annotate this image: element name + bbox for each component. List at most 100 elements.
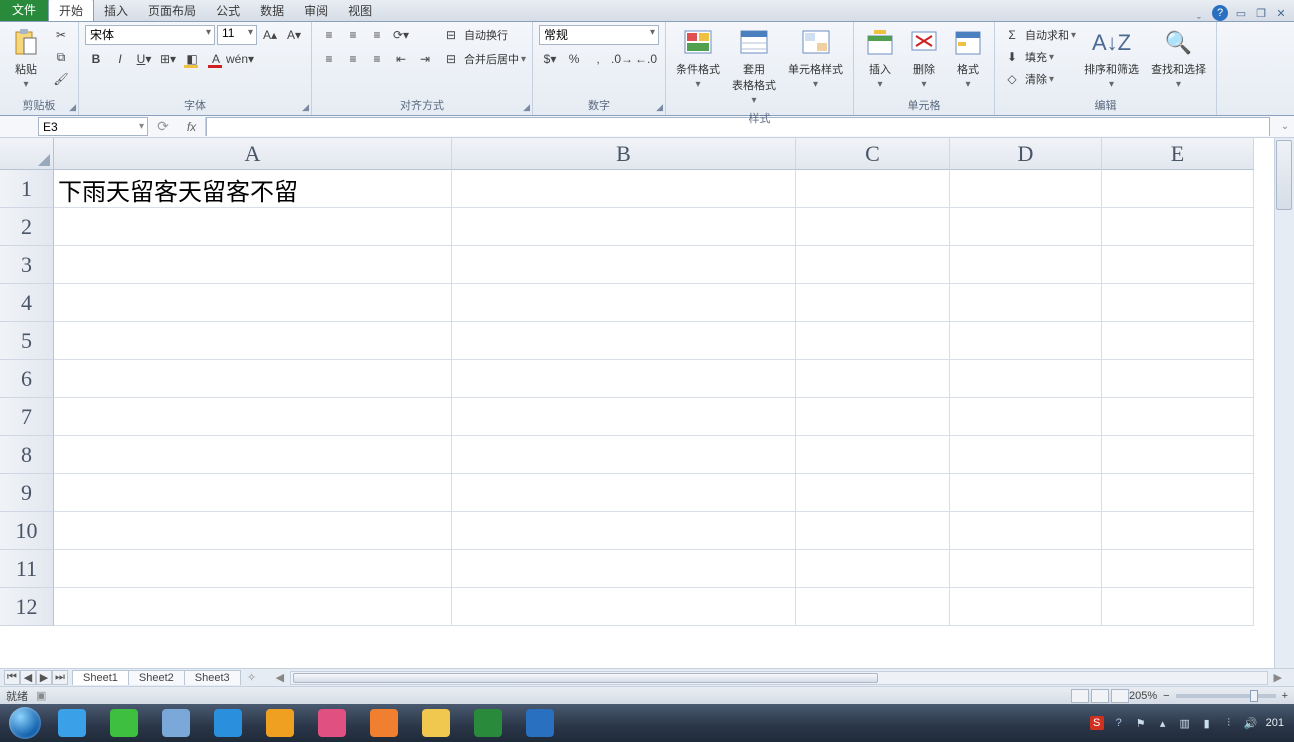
insert-cells-button[interactable]: 插入▾ — [860, 25, 900, 92]
align-center-button[interactable]: ≡ — [342, 49, 364, 69]
sheet-nav-next[interactable]: ▶ — [36, 670, 52, 685]
decrease-indent-button[interactable]: ⇤ — [390, 49, 412, 69]
delete-cells-button[interactable]: 删除▾ — [904, 25, 944, 92]
taskbar-snip[interactable] — [151, 707, 201, 739]
cell-A1[interactable]: 下雨天留客天留客不留 — [54, 170, 452, 208]
cell-E7[interactable] — [1102, 398, 1254, 436]
horizontal-scrollbar-thumb[interactable] — [293, 673, 878, 683]
horizontal-scrollbar[interactable] — [290, 671, 1267, 685]
cell-C2[interactable] — [796, 208, 950, 246]
cell-C10[interactable] — [796, 512, 950, 550]
merge-center-button[interactable]: ⊟ — [440, 49, 462, 69]
number-dialog-icon[interactable]: ◢ — [656, 102, 663, 113]
fill-color-button[interactable]: ◧ — [181, 49, 203, 69]
cell-A2[interactable] — [54, 208, 452, 246]
name-box[interactable]: E3 — [38, 117, 148, 136]
cell-C12[interactable] — [796, 588, 950, 626]
row-header-6[interactable]: 6 — [0, 360, 54, 398]
sheet-nav-last[interactable]: ⏭ — [52, 670, 68, 685]
cell-D11[interactable] — [950, 550, 1102, 588]
align-left-button[interactable]: ≡ — [318, 49, 340, 69]
sheet-tab-sheet3[interactable]: Sheet3 — [184, 670, 241, 685]
cell-B11[interactable] — [452, 550, 796, 588]
cell-D3[interactable] — [950, 246, 1102, 284]
cut-button[interactable]: ✂ — [50, 25, 72, 45]
row-header-9[interactable]: 9 — [0, 474, 54, 512]
comma-button[interactable]: , — [587, 49, 609, 69]
font-color-button[interactable]: A — [205, 49, 227, 69]
paste-button[interactable]: 粘贴 ▾ — [6, 25, 46, 92]
phonetic-button[interactable]: wén▾ — [229, 49, 251, 69]
clear-button[interactable]: ◇ — [1001, 69, 1023, 89]
row-header-10[interactable]: 10 — [0, 512, 54, 550]
paste-dropdown-icon[interactable]: ▾ — [23, 79, 28, 90]
tray-clock[interactable]: 201 — [1266, 717, 1284, 729]
tray-flag-icon[interactable]: ⚑ — [1134, 716, 1148, 730]
underline-button[interactable]: U▾ — [133, 49, 155, 69]
fx-button[interactable]: fx — [178, 117, 206, 136]
taskbar-wechat[interactable] — [99, 707, 149, 739]
taskbar-help[interactable] — [515, 707, 565, 739]
zoom-level[interactable]: 205% — [1129, 690, 1157, 702]
increase-font-button[interactable]: A▴ — [259, 25, 281, 45]
tray-wifi-icon[interactable]: ⫶ — [1222, 716, 1236, 730]
increase-indent-button[interactable]: ⇥ — [414, 49, 436, 69]
cell-B1[interactable] — [452, 170, 796, 208]
cell-C9[interactable] — [796, 474, 950, 512]
cell-styles-button[interactable]: 单元格样式▾ — [784, 25, 847, 92]
conditional-format-button[interactable]: 条件格式▾ — [672, 25, 724, 92]
sheet-nav-first[interactable]: ⏮ — [4, 670, 20, 685]
cell-E10[interactable] — [1102, 512, 1254, 550]
zoom-slider[interactable] — [1176, 694, 1276, 698]
font-name-combo[interactable]: 宋体 — [85, 25, 215, 45]
view-pagebreak-button[interactable] — [1111, 689, 1129, 703]
start-button[interactable] — [4, 706, 46, 740]
cell-A6[interactable] — [54, 360, 452, 398]
taskbar-camera[interactable] — [307, 707, 357, 739]
font-size-combo[interactable]: 11 — [217, 25, 257, 45]
autosum-button[interactable]: Σ — [1001, 25, 1023, 45]
find-select-button[interactable]: 🔍查找和选择▾ — [1147, 25, 1210, 92]
number-format-combo[interactable]: 常规 — [539, 25, 659, 45]
fill-button[interactable]: ⬇ — [1001, 47, 1023, 67]
align-middle-button[interactable]: ≡ — [342, 25, 364, 45]
alignment-dialog-icon[interactable]: ◢ — [523, 102, 530, 113]
cell-E3[interactable] — [1102, 246, 1254, 284]
cell-D5[interactable] — [950, 322, 1102, 360]
cell-A4[interactable] — [54, 284, 452, 322]
cell-B7[interactable] — [452, 398, 796, 436]
taskbar-browser[interactable] — [47, 707, 97, 739]
tray-network-icon[interactable]: ▥ — [1178, 716, 1192, 730]
cell-C8[interactable] — [796, 436, 950, 474]
column-header-A[interactable]: A — [54, 138, 452, 170]
cell-A5[interactable] — [54, 322, 452, 360]
tab-home[interactable]: 开始 — [48, 0, 94, 21]
row-header-12[interactable]: 12 — [0, 588, 54, 626]
tab-view[interactable]: 视图 — [338, 0, 382, 21]
window-close-icon[interactable]: ✕ — [1274, 6, 1288, 20]
cell-E12[interactable] — [1102, 588, 1254, 626]
tray-volume-icon[interactable]: 🔊 — [1244, 716, 1258, 730]
cell-C4[interactable] — [796, 284, 950, 322]
decrease-decimal-button[interactable]: ←.0 — [635, 49, 657, 69]
row-header-2[interactable]: 2 — [0, 208, 54, 246]
tab-formulas[interactable]: 公式 — [206, 0, 250, 21]
column-header-B[interactable]: B — [452, 138, 796, 170]
row-header-7[interactable]: 7 — [0, 398, 54, 436]
cell-E6[interactable] — [1102, 360, 1254, 398]
bold-button[interactable]: B — [85, 49, 107, 69]
cell-D10[interactable] — [950, 512, 1102, 550]
new-sheet-button[interactable]: ✧ — [240, 671, 264, 684]
copy-button[interactable]: ⧉ — [50, 47, 72, 67]
help-icon[interactable]: ? — [1212, 5, 1228, 21]
view-layout-button[interactable] — [1091, 689, 1109, 703]
cell-D2[interactable] — [950, 208, 1102, 246]
row-header-3[interactable]: 3 — [0, 246, 54, 284]
cell-D4[interactable] — [950, 284, 1102, 322]
cell-C11[interactable] — [796, 550, 950, 588]
tray-help-icon[interactable]: ? — [1112, 716, 1126, 730]
cell-B4[interactable] — [452, 284, 796, 322]
window-minimize-icon[interactable]: ▭ — [1234, 6, 1248, 20]
select-all-corner[interactable] — [0, 138, 54, 170]
cell-E4[interactable] — [1102, 284, 1254, 322]
